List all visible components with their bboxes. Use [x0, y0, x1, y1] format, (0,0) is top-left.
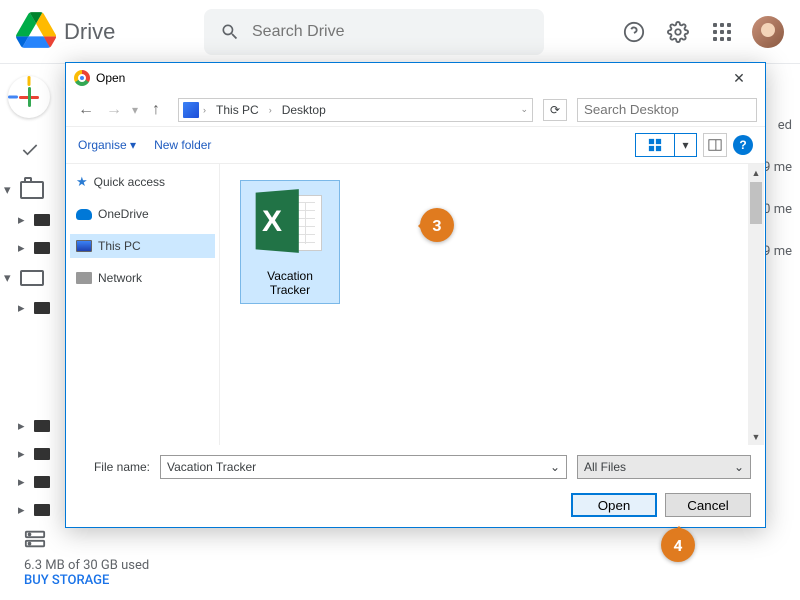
folder-item[interactable]: ▸ [0, 234, 60, 262]
folder-item[interactable]: ▸ [0, 496, 60, 524]
dialog-nav: ← → ▾ ↑ › This PC › Desktop ⌄ ⟳ [66, 93, 765, 127]
file-type-filter[interactable]: All Files⌄ [577, 455, 751, 479]
file-item-vacation-tracker[interactable]: X Vacation Tracker [240, 180, 340, 304]
storage-text: 6.3 MB of 30 GB used [24, 558, 149, 573]
open-button[interactable]: Open [571, 493, 657, 517]
file-name-input[interactable]: Vacation Tracker⌄ [160, 455, 567, 479]
breadcrumb-item[interactable]: This PC [210, 103, 265, 117]
new-folder-button[interactable]: New folder [154, 138, 211, 152]
onedrive-icon [76, 209, 92, 220]
tree-onedrive[interactable]: OneDrive [70, 202, 215, 226]
callout-4: 4 [661, 528, 695, 562]
close-button[interactable]: ✕ [721, 64, 757, 92]
dialog-title: Open [96, 71, 721, 85]
pc-icon [183, 102, 199, 118]
chrome-icon [74, 70, 90, 86]
folder-item[interactable]: ▸ [0, 206, 60, 234]
open-file-dialog: Open ✕ ← → ▾ ↑ › This PC › Desktop ⌄ ⟳ O… [65, 62, 766, 528]
dialog-titlebar: Open ✕ [66, 63, 765, 93]
drive-search-input[interactable] [252, 23, 528, 41]
drive-logo[interactable]: Drive [16, 10, 196, 54]
cancel-button[interactable]: Cancel [665, 493, 751, 517]
scroll-up-icon[interactable]: ▲ [748, 164, 764, 181]
dialog-file-area[interactable]: X Vacation Tracker ▲ ▼ [220, 164, 765, 445]
view-mode-button[interactable] [635, 133, 675, 157]
user-avatar[interactable] [752, 16, 784, 48]
callout-3: 3 [420, 208, 454, 242]
folder-item[interactable]: ▸ [0, 468, 60, 496]
storage-info: 6.3 MB of 30 GB used BUY STORAGE [24, 558, 149, 588]
breadcrumb-item[interactable]: Desktop [276, 103, 332, 117]
drive-logo-icon [16, 10, 56, 54]
drive-search-bar[interactable] [204, 9, 544, 55]
up-button[interactable]: ↑ [144, 98, 168, 122]
drive-logo-text: Drive [64, 19, 115, 45]
scrollbar[interactable]: ▲ ▼ [748, 164, 764, 445]
scroll-down-icon[interactable]: ▼ [748, 428, 764, 445]
preview-pane-button[interactable] [703, 133, 727, 157]
computers-item[interactable]: ▾ [0, 262, 60, 294]
buy-storage-link[interactable]: BUY STORAGE [24, 573, 149, 588]
refresh-button[interactable]: ⟳ [543, 99, 567, 121]
help-icon[interactable] [620, 18, 648, 46]
tree-this-pc[interactable]: This PC [70, 234, 215, 258]
new-button[interactable] [8, 76, 50, 118]
drive-header: Drive [0, 0, 800, 64]
row-hint: 9 me [763, 244, 792, 259]
forward-button[interactable]: → [102, 98, 126, 122]
star-icon: ★ [76, 174, 88, 190]
settings-icon[interactable] [664, 18, 692, 46]
apps-icon[interactable] [708, 18, 736, 46]
folder-item[interactable]: ▸ [0, 440, 60, 468]
folder-item[interactable]: ▸ [0, 294, 60, 322]
back-button[interactable]: ← [74, 98, 98, 122]
file-label: Vacation Tracker [247, 269, 333, 297]
tree-network[interactable]: Network [70, 266, 215, 290]
dialog-search-input[interactable] [577, 98, 757, 122]
network-icon [76, 272, 92, 284]
address-bar[interactable]: › This PC › Desktop ⌄ [178, 98, 533, 122]
organise-menu[interactable]: Organise ▾ [78, 138, 136, 152]
dialog-help-button[interactable]: ? [733, 135, 753, 155]
folder-item[interactable]: ▸ [0, 412, 60, 440]
excel-file-icon: X [252, 187, 328, 263]
tree-quick-access[interactable]: ★Quick access [70, 170, 215, 194]
chevron-down-icon[interactable]: ⌄ [550, 460, 560, 474]
row-hint: 9 me [763, 160, 792, 175]
drive-sidebar: ▾ ▸ ▸ ▾ ▸ ▸ ▸ ▸ ▸ [0, 64, 60, 600]
view-dropdown[interactable]: ▾ [675, 133, 697, 157]
chevron-down-icon: ⌄ [734, 460, 744, 474]
pc-icon [76, 240, 92, 252]
search-icon [220, 22, 240, 42]
row-hint: 0 me [763, 202, 792, 217]
priority-icon[interactable] [10, 130, 50, 170]
chevron-down-icon[interactable]: ⌄ [520, 104, 528, 115]
my-drive-item[interactable]: ▾ [0, 174, 60, 206]
row-hint: ed [778, 118, 792, 133]
dialog-toolbar: Organise ▾ New folder ▾ ? [66, 127, 765, 163]
file-name-label: File name: [80, 460, 150, 474]
dialog-tree: ★Quick access OneDrive This PC Network [66, 164, 220, 445]
dialog-footer: File name: Vacation Tracker⌄ All Files⌄ … [66, 445, 765, 527]
storage-icon [24, 528, 46, 554]
